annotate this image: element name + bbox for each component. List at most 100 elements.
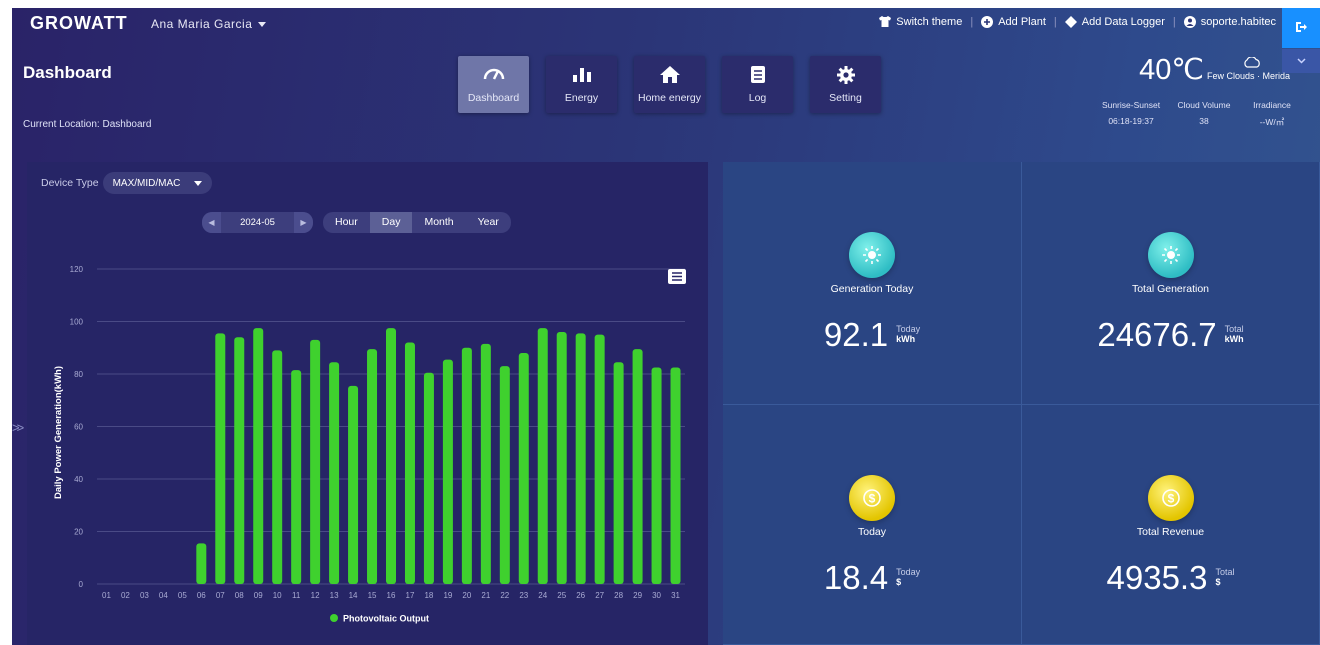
x-tick-label: 14 [349,591,358,600]
x-tick-label: 21 [481,591,490,600]
main-nav: Dashboard Energy Home energy Log Setting [458,56,881,113]
x-tick-label: 26 [576,591,585,600]
user-menu[interactable]: Ana Maria Garcia [151,17,267,31]
bar [404,342,415,584]
stat-value: 24676.7 [1097,316,1217,353]
bar [499,366,510,584]
growatt-logo[interactable]: GROWATT [30,13,128,34]
bar [556,332,567,584]
bar [537,328,548,584]
add-data-logger-link[interactable]: Add Data Logger [1064,16,1165,28]
range-day[interactable]: Day [369,212,413,233]
x-tick-label: 05 [178,591,187,600]
expand-sidebar-arrow[interactable]: >> [12,420,24,435]
nav-energy-label: Energy [564,91,599,104]
shirt-icon [879,16,892,28]
stat-unit-top: Today [896,567,921,577]
nav-setting[interactable]: Setting [810,56,881,113]
bar [442,359,453,584]
x-tick-label: 15 [368,591,377,600]
nav-log-label: Log [748,91,767,104]
prev-arrow-icon: ◀ [208,218,215,227]
x-tick-label: 16 [387,591,396,600]
stat-unit-top: Total [1224,324,1244,334]
next-arrow-icon: ▶ [300,218,307,227]
stat-value: 18.4 [823,559,889,596]
bar [272,350,283,584]
stat-unit-bottom: $ [1215,577,1221,587]
stat-label: Today [857,526,887,538]
generation-chart: 020406080100120Daily Power Generation(kW… [53,265,685,624]
x-tick-label: 06 [197,591,206,600]
nav-home-energy[interactable]: Home energy [634,56,705,113]
home-icon [659,65,680,86]
add-data-logger-label: Add Data Logger [1081,16,1165,28]
nav-dashboard-label: Dashboard [467,91,520,104]
bar [594,334,605,584]
stat-label: Generation Today [830,283,914,295]
x-tick-label: 08 [235,591,244,600]
account-label: soporte.habitec [1200,16,1276,28]
x-tick-label: 24 [538,591,547,600]
x-tick-label: 29 [633,591,642,600]
date-value[interactable]: 2024-05 [221,217,294,228]
range-hour[interactable]: Hour [323,212,370,233]
legend-marker [330,614,338,622]
legend-label: Photovoltaic Output [343,614,429,624]
chart-menu-button[interactable] [668,269,686,289]
stat-card-total-revenue: $ Total Revenue 4935.3 Total $ [1022,405,1320,645]
logout-button[interactable] [1282,8,1320,48]
sunrise-sunset: Sunrise-Sunset 06:18-19:37 [1094,100,1168,128]
coin-icon: $ [1147,475,1194,521]
weather-stats: Sunrise-Sunset 06:18-19:37 Cloud Volume … [1094,100,1304,128]
bar [234,337,245,584]
bar [670,367,681,584]
switch-theme-link[interactable]: Switch theme [879,16,962,28]
separator: | [1172,16,1176,28]
prev-date-button[interactable]: ◀ [202,212,221,233]
bar [423,372,434,584]
next-date-button[interactable]: ▶ [294,212,313,233]
nav-energy[interactable]: Energy [546,56,617,113]
device-type-value: MAX/MID/MAC [112,177,181,189]
x-tick-label: 22 [500,591,509,600]
stat-unit: Today kWh [896,324,920,344]
stats-grid: Generation Today 92.1 Today kWh Total Ge… [723,162,1320,645]
x-tick-label: 03 [140,591,149,600]
nav-log[interactable]: Log [722,56,793,113]
stat-value-row: 92.1 Today kWh [723,317,1021,353]
coin-icon: $ [849,475,895,521]
cloud-volume: Cloud Volume 38 [1168,100,1240,128]
weather-description: Few Clouds · Merida [1206,71,1290,81]
range-month[interactable]: Month [412,212,465,233]
stat-value: 4935.3 [1106,559,1208,596]
user-name: Ana Maria Garcia [151,17,253,31]
menu-icon [668,269,686,284]
x-tick-label: 18 [424,591,433,600]
stat-unit-top: Today [896,324,921,334]
x-tick-label: 17 [406,591,415,600]
device-type-select[interactable]: MAX/MID/MAC [102,172,213,194]
x-tick-label: 23 [519,591,528,600]
sunrise-sunset-label: Sunrise-Sunset [1101,100,1161,110]
y-tick-label: 40 [74,475,83,484]
stat-value-row: 24676.7 Total kWh [1022,317,1319,353]
stat-value: 92.1 [823,316,889,353]
x-tick-label: 10 [273,591,282,600]
add-plant-link[interactable]: Add Plant [981,16,1046,28]
sun-icon [1147,232,1194,278]
x-tick-label: 07 [216,591,225,600]
bar [196,543,207,584]
x-tick-label: 19 [443,591,452,600]
sun-icon [849,232,895,278]
nav-dashboard[interactable]: Dashboard [458,56,529,113]
x-tick-label: 31 [671,591,680,600]
nav-home-energy-label: Home energy [637,91,702,104]
separator: | [970,16,974,28]
bar [329,362,340,584]
range-year[interactable]: Year [466,212,511,233]
stat-unit: Total kWh [1225,324,1244,344]
logger-icon [1064,16,1077,28]
account-link[interactable]: soporte.habitec [1183,16,1276,28]
temperature: 40℃ [1139,54,1204,86]
